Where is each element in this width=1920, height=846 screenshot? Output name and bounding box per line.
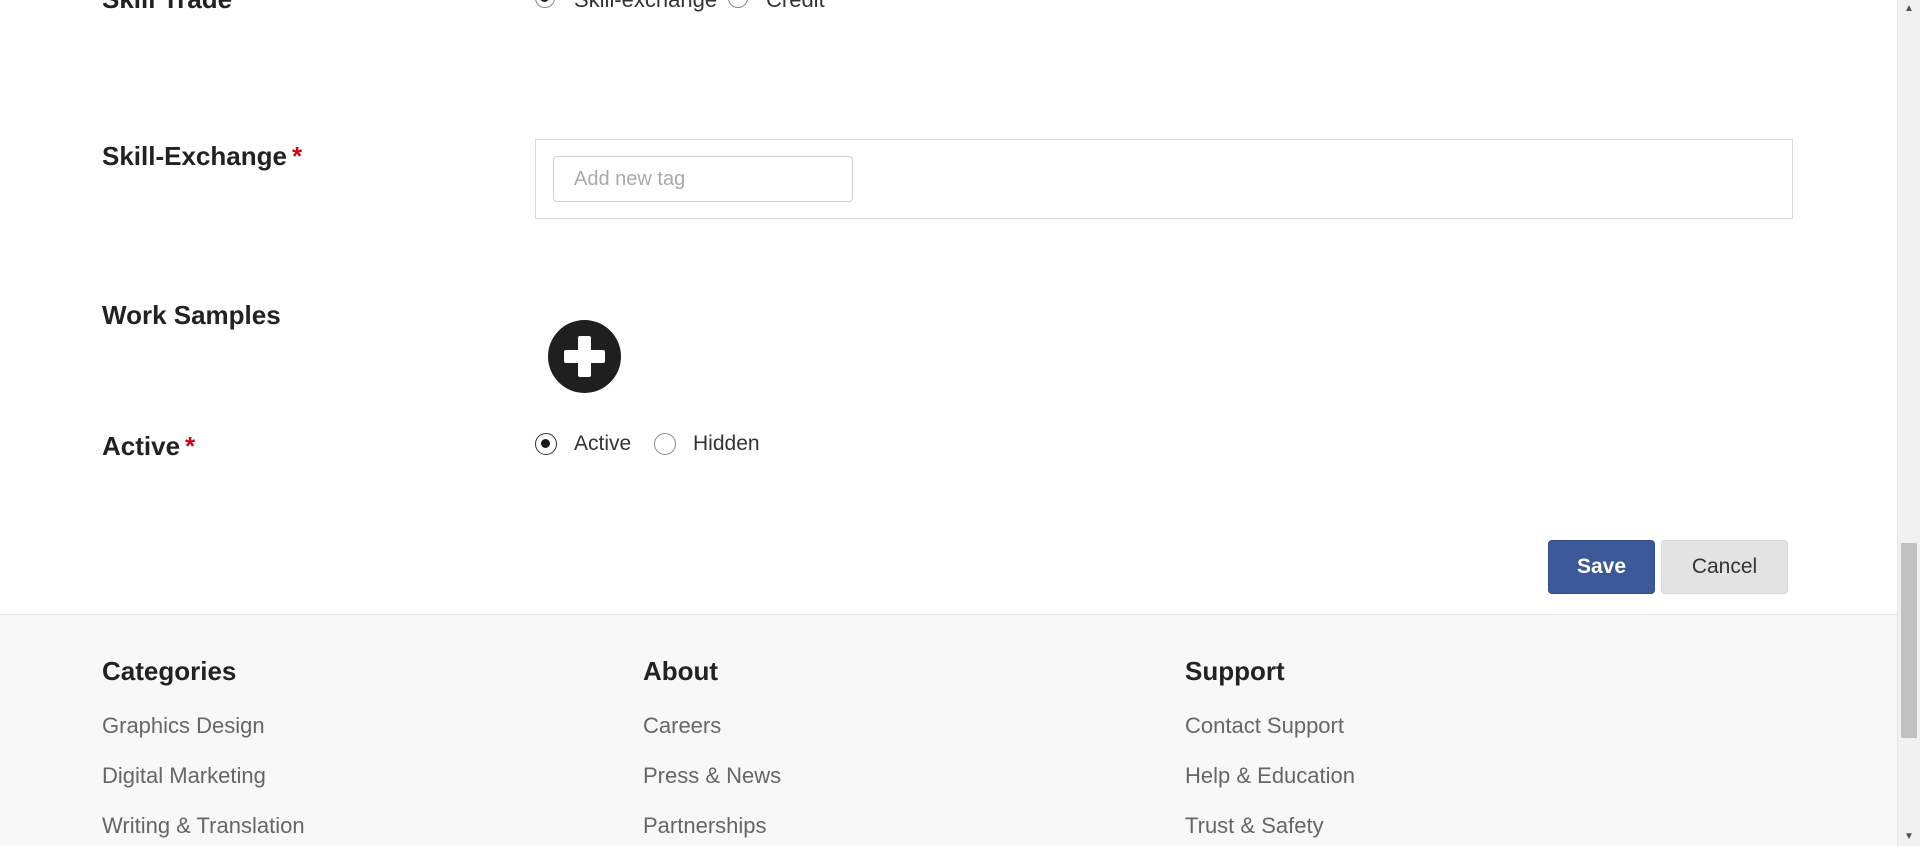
active-label-text: Active <box>102 431 181 461</box>
active-radio-label: Active <box>574 432 632 455</box>
footer-link[interactable]: Careers <box>643 711 781 761</box>
footer-column-about: About Careers Press & News Partnerships <box>643 655 781 846</box>
footer-link[interactable]: Partnerships <box>643 811 781 846</box>
footer-link[interactable]: Writing & Translation <box>102 811 305 846</box>
footer-column-categories: Categories Graphics Design Digital Marke… <box>102 655 305 846</box>
plus-vertical-stroke <box>578 336 591 377</box>
hidden-radio-label: Hidden <box>693 432 760 455</box>
work-samples-label: Work Samples <box>102 300 281 330</box>
save-button[interactable]: Save <box>1548 540 1655 594</box>
site-footer: Categories Graphics Design Digital Marke… <box>0 614 1897 846</box>
hidden-radio[interactable] <box>654 433 676 455</box>
gig-edit-form: Skill Trade Skill-exchange Credit Skill-… <box>0 0 1897 614</box>
required-marker: * <box>185 431 196 461</box>
footer-link[interactable]: Graphics Design <box>102 711 305 761</box>
tag-container <box>535 139 1793 219</box>
scroll-up-arrow-icon[interactable]: ▲ <box>1898 0 1920 18</box>
credit-radio[interactable] <box>728 0 748 8</box>
footer-link[interactable]: Press & News <box>643 761 781 811</box>
skill-trade-label: Skill Trade <box>102 0 232 15</box>
page-viewport: Skill Trade Skill-exchange Credit Skill-… <box>0 0 1897 846</box>
footer-heading: Support <box>1185 656 1285 686</box>
footer-link[interactable]: Help & Education <box>1185 761 1355 811</box>
active-radio[interactable] <box>535 433 557 455</box>
active-label: Active * <box>102 431 195 462</box>
vertical-scrollbar[interactable]: ▲ ▼ <box>1897 0 1920 846</box>
footer-link[interactable]: Digital Marketing <box>102 761 305 811</box>
add-tag-input[interactable] <box>553 156 853 202</box>
footer-link[interactable]: Trust & Safety <box>1185 811 1355 846</box>
scrollbar-thumb[interactable] <box>1901 543 1917 738</box>
skill-exchange-radio[interactable] <box>535 0 555 8</box>
footer-heading: Categories <box>102 656 237 686</box>
scroll-down-arrow-icon[interactable]: ▼ <box>1898 828 1920 846</box>
footer-link[interactable]: Contact Support <box>1185 711 1355 761</box>
cancel-button[interactable]: Cancel <box>1661 540 1788 594</box>
footer-column-support: Support Contact Support Help & Education… <box>1185 655 1355 846</box>
skill-exchange-label: Skill-Exchange * <box>102 141 302 172</box>
credit-radio-label: Credit <box>766 0 825 13</box>
footer-heading: About <box>643 656 719 686</box>
skill-exchange-label-text: Skill-Exchange <box>102 141 287 171</box>
required-marker: * <box>291 141 303 171</box>
skill-exchange-radio-label: Skill-exchange <box>574 0 717 13</box>
plus-circle-icon[interactable] <box>548 320 621 393</box>
